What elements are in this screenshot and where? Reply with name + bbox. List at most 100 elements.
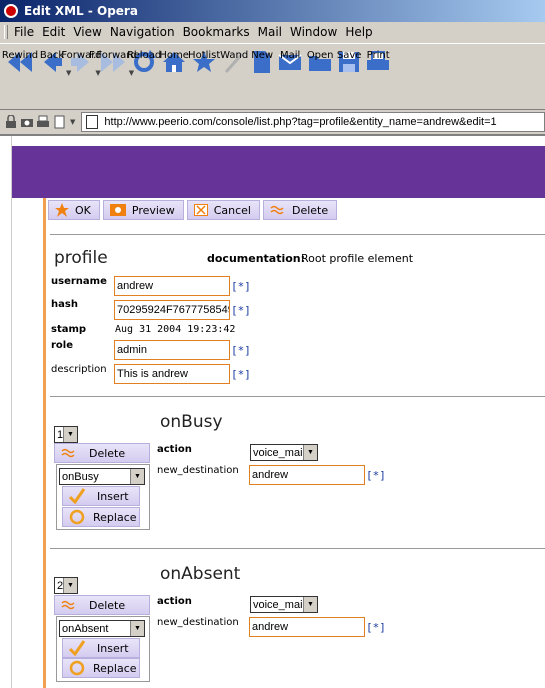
username-link[interactable]: [*]: [231, 280, 251, 293]
menu-navigation[interactable]: Navigation: [110, 25, 175, 39]
delete-icon: [61, 600, 75, 610]
menu-bookmarks[interactable]: Bookmarks: [183, 25, 250, 39]
main-toolbar: Rewind Back ▼ Forward ▼ F.Forward ▼ Relo…: [0, 43, 545, 107]
address-toolbar: ▼ http://www.peerio.com/console/list.php…: [0, 109, 545, 133]
username-label: username: [51, 276, 107, 287]
onabsent-index-select[interactable]: 2 ▼: [54, 577, 78, 594]
divider: [50, 548, 545, 549]
page-content: OK Preview Cancel Delete profile documen…: [0, 134, 545, 688]
wand-button[interactable]: Wand: [220, 47, 248, 77]
onabsent-replace-button[interactable]: Replace: [62, 658, 140, 678]
menu-view[interactable]: View: [73, 25, 101, 39]
reload-button[interactable]: Reload: [127, 47, 161, 77]
stamp-label: stamp: [51, 324, 87, 335]
stamp-value: Aug 31 2004 19:23:42: [115, 324, 236, 335]
replace-circle-icon: [69, 509, 85, 525]
chevron-down-icon: ▼: [63, 427, 77, 442]
page-dropdown-icon[interactable]: ▼: [70, 118, 75, 126]
documentation-value: Root profile element: [301, 252, 414, 265]
onbusy-type-select[interactable]: onBusy ▼: [59, 468, 145, 485]
checkmark-icon: [69, 640, 85, 656]
preview-icon: [109, 204, 126, 216]
action-button-row: OK Preview Cancel Delete: [48, 200, 340, 220]
profile-heading: profile: [54, 248, 108, 268]
delete-button[interactable]: Delete: [262, 200, 338, 220]
onbusy-link[interactable]: [*]: [366, 469, 386, 482]
fast-forward-button[interactable]: F.Forward: [89, 47, 137, 77]
rewind-button[interactable]: Rewind: [2, 47, 38, 77]
onabsent-delete-button[interactable]: Delete: [54, 595, 150, 615]
header-banner: [12, 146, 545, 198]
role-input[interactable]: admin: [114, 340, 230, 360]
page-small-icon[interactable]: [52, 115, 66, 129]
onbusy-insert-button[interactable]: Insert: [62, 486, 140, 506]
cancel-button[interactable]: Cancel: [186, 200, 260, 220]
description-link[interactable]: [*]: [231, 368, 251, 381]
cancel-icon: [193, 204, 208, 216]
onabsent-heading: onAbsent: [160, 564, 241, 584]
replace-circle-icon: [69, 660, 85, 676]
chevron-down-icon: ▼: [63, 578, 77, 593]
menu-mail[interactable]: Mail: [258, 25, 282, 39]
hotlist-button[interactable]: Hotlist: [188, 47, 220, 77]
chevron-down-icon: ▼: [130, 469, 144, 484]
onabsent-link[interactable]: [*]: [366, 621, 386, 634]
opera-icon: [4, 4, 18, 18]
divider: [50, 396, 545, 397]
ok-button[interactable]: OK: [48, 200, 100, 220]
star-icon: [55, 203, 69, 217]
chevron-down-icon: ▼: [303, 597, 317, 612]
accent-line: [43, 198, 46, 688]
window-title: Edit XML - Opera: [24, 4, 138, 18]
onabsent-newdest-label: new_destination: [157, 617, 239, 628]
onbusy-replace-button[interactable]: Replace: [62, 507, 140, 527]
onabsent-newdest-input[interactable]: andrew: [249, 617, 365, 637]
onabsent-action-select[interactable]: voice_mail ▼: [250, 596, 318, 613]
role-label: role: [51, 340, 74, 351]
home-button[interactable]: Home: [159, 47, 189, 77]
onbusy-action-label: action: [157, 444, 192, 455]
camera-icon[interactable]: [20, 115, 34, 129]
hash-link[interactable]: [*]: [231, 304, 251, 317]
address-input[interactable]: http://www.peerio.com/console/list.php?t…: [81, 111, 545, 132]
title-bar: Edit XML - Opera: [0, 0, 545, 22]
lock-icon[interactable]: [4, 114, 18, 129]
open-button[interactable]: Open: [307, 47, 334, 77]
menu-grip: [4, 25, 8, 39]
page-left-margin: [0, 136, 12, 688]
hash-input[interactable]: 70295924F7677758549: [114, 300, 230, 320]
delete-icon: [61, 448, 75, 458]
username-input[interactable]: andrew: [114, 276, 230, 296]
description-input[interactable]: This is andrew: [114, 364, 230, 384]
delete-icon: [270, 205, 284, 215]
onabsent-insert-button[interactable]: Insert: [62, 638, 140, 658]
divider: [50, 234, 545, 235]
mail-button[interactable]: Mail: [278, 47, 302, 77]
print-button[interactable]: Print: [366, 47, 390, 77]
menu-help[interactable]: Help: [345, 25, 372, 39]
save-button[interactable]: Save: [337, 47, 361, 77]
onabsent-type-select[interactable]: onAbsent ▼: [59, 620, 145, 637]
printer-small-icon[interactable]: [36, 115, 50, 129]
hash-label: hash: [51, 299, 78, 310]
checkmark-icon: [69, 488, 85, 504]
onbusy-action-select[interactable]: voice_mail ▼: [250, 444, 318, 461]
onbusy-index-select[interactable]: 1 ▼: [54, 426, 78, 443]
documentation-label: documentation:: [207, 252, 306, 265]
page-icon: [86, 114, 99, 129]
menu-file[interactable]: File: [14, 25, 34, 39]
menu-window[interactable]: Window: [290, 25, 337, 39]
chevron-down-icon: ▼: [303, 445, 317, 460]
chevron-down-icon: ▼: [130, 621, 144, 636]
new-button[interactable]: New: [251, 47, 273, 77]
onabsent-action-label: action: [157, 596, 192, 607]
onbusy-newdest-label: new_destination: [157, 465, 239, 476]
menu-edit[interactable]: Edit: [42, 25, 65, 39]
description-label: description: [51, 364, 107, 375]
menu-bar: File Edit View Navigation Bookmarks Mail…: [0, 22, 545, 42]
role-link[interactable]: [*]: [231, 344, 251, 357]
onbusy-delete-button[interactable]: Delete: [54, 443, 150, 463]
preview-button[interactable]: Preview: [102, 200, 184, 220]
onbusy-newdest-input[interactable]: andrew: [249, 465, 365, 485]
onbusy-heading: onBusy: [160, 412, 223, 432]
